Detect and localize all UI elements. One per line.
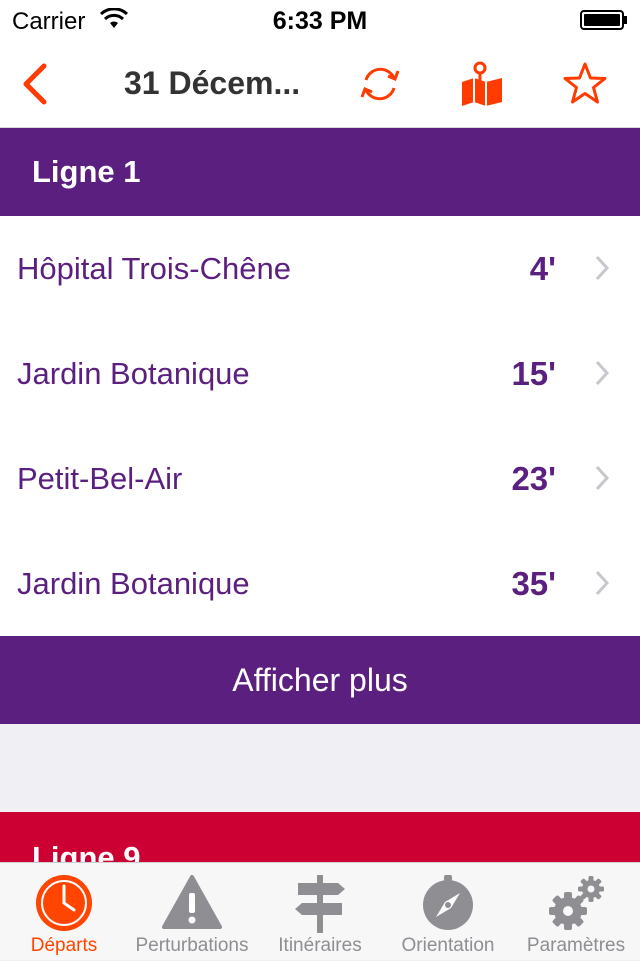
star-icon (563, 62, 607, 104)
departure-row[interactable]: Petit-Bel-Air 23' (0, 426, 640, 531)
departure-row[interactable]: Hôpital Trois-Chêne 4' (0, 216, 640, 321)
tab-label: Départs (30, 935, 98, 956)
gears-icon (549, 876, 604, 930)
departure-time: 35' (511, 564, 556, 602)
clock-time: 6:33 PM (272, 7, 368, 35)
favorite-button[interactable] (555, 40, 615, 128)
tab-label: Perturbations (135, 935, 249, 956)
departure-destination: Petit-Bel-Air (17, 460, 183, 496)
departure-destination: Jardin Botanique (17, 565, 250, 601)
chevron-right-icon (595, 255, 610, 281)
compass-icon (423, 875, 473, 930)
tab-orientation[interactable]: Orientation (384, 863, 512, 961)
departure-destination: Jardin Botanique (17, 355, 250, 391)
chevron-right-icon (595, 570, 610, 596)
tab-parametres[interactable]: Paramètres (512, 863, 640, 961)
departure-time: 15' (511, 354, 556, 392)
departure-row[interactable]: Jardin Botanique 15' (0, 321, 640, 426)
departure-row[interactable]: Jardin Botanique 35' (0, 531, 640, 636)
tab-bar: Départs Perturbations Itinéraires Orient… (0, 862, 640, 960)
map-button[interactable] (452, 40, 512, 128)
page-title: 31 Décem... (124, 65, 301, 101)
departure-time: 23' (511, 459, 556, 497)
chevron-right-icon (595, 360, 610, 386)
tab-label: Orientation (401, 935, 495, 956)
tab-perturbations[interactable]: Perturbations (128, 863, 256, 961)
status-bar: Carrier 6:33 PM (0, 0, 640, 40)
departure-destination: Hôpital Trois-Chêne (17, 250, 291, 286)
chevron-left-icon (23, 63, 47, 105)
tab-itineraires[interactable]: Itinéraires (256, 863, 384, 961)
warning-icon (162, 875, 222, 929)
clock-icon (36, 875, 92, 931)
show-more-button[interactable]: Afficher plus (0, 636, 640, 724)
tab-label: Itinéraires (278, 935, 362, 956)
departure-time: 4' (529, 249, 556, 287)
chevron-right-icon (595, 465, 610, 491)
refresh-icon (360, 67, 400, 101)
section-header-ligne-1: Ligne 1 (0, 128, 640, 216)
battery-icon (580, 10, 627, 30)
refresh-button[interactable] (350, 40, 410, 128)
map-icon (462, 61, 502, 106)
navigation-bar: 31 Décem... (0, 40, 640, 128)
back-button[interactable] (0, 40, 70, 128)
tab-departs[interactable]: Départs (0, 863, 128, 961)
tab-label: Paramètres (526, 935, 626, 956)
signpost-icon (295, 875, 345, 933)
